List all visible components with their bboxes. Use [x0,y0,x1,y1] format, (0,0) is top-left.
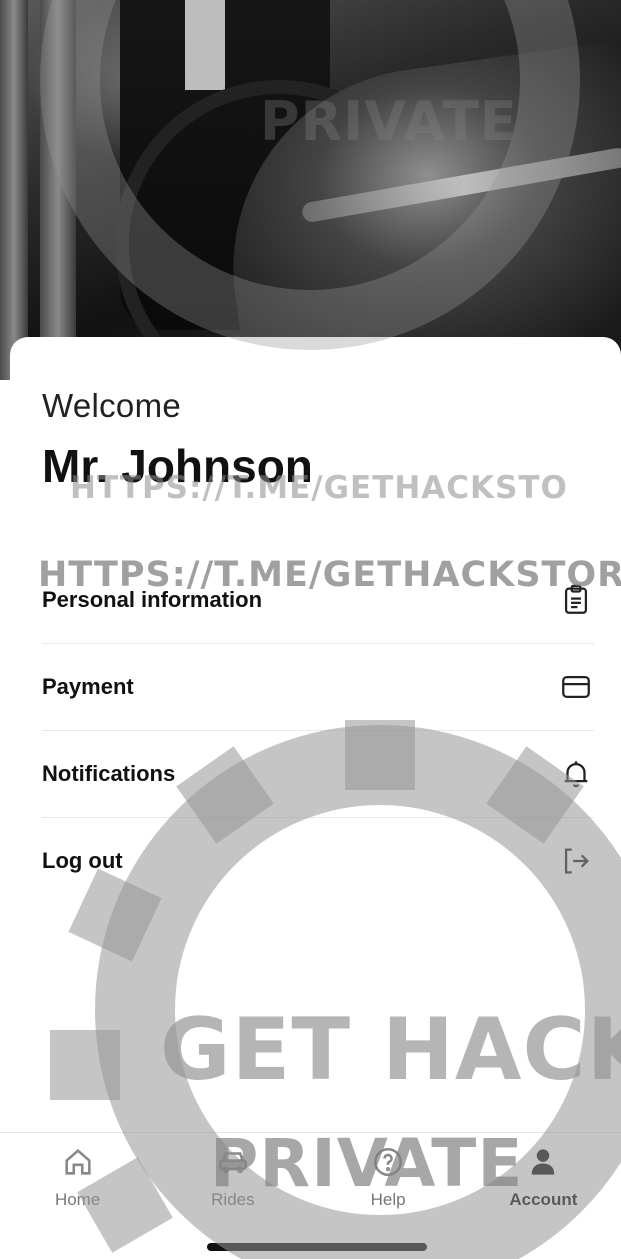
tab-label: Home [54,1190,101,1209]
bottom-tab-bar: Home Rides Help Account [0,1132,621,1259]
home-icon [65,1148,91,1175]
welcome-label: Welcome [42,387,182,424]
menu-item-label: Log out [42,848,123,873]
logout-icon [558,843,594,879]
background-pillar [0,0,28,380]
menu-item-label: Notifications [42,761,176,786]
tab-label: Help [370,1190,406,1209]
menu-item-personal-information[interactable]: Personal information [42,557,594,644]
menu-item-payment[interactable]: Payment [42,644,594,731]
menu-item-label: Personal information [42,587,263,612]
home-indicator [207,1243,427,1251]
background-pillar [40,0,76,380]
tab-home[interactable]: Home [23,1145,133,1210]
credit-card-icon [558,669,594,705]
user-name: Mr. Johnson [42,440,313,492]
account-screen: Welcome Mr. Johnson Personal information… [0,0,621,1259]
menu-item-log-out[interactable]: Log out [42,818,594,904]
menu-item-label: Payment [42,674,134,699]
bell-icon [558,756,594,792]
tab-account[interactable]: Account [488,1145,598,1210]
chauffeur-shirt [185,0,225,90]
clipboard-icon [558,582,594,618]
tab-rides[interactable]: Rides [178,1145,288,1210]
tab-help[interactable]: Help [333,1145,443,1210]
account-sheet: Welcome Mr. Johnson Personal information… [10,337,621,1259]
menu-item-notifications[interactable]: Notifications [42,731,594,818]
tab-label: Account [509,1190,578,1209]
tab-label: Rides [211,1190,255,1209]
hero-photo [0,0,621,380]
car-icon [218,1152,247,1174]
person-icon [532,1149,555,1175]
help-icon [374,1147,403,1177]
account-menu: Personal information Payment Notificatio… [42,557,594,904]
